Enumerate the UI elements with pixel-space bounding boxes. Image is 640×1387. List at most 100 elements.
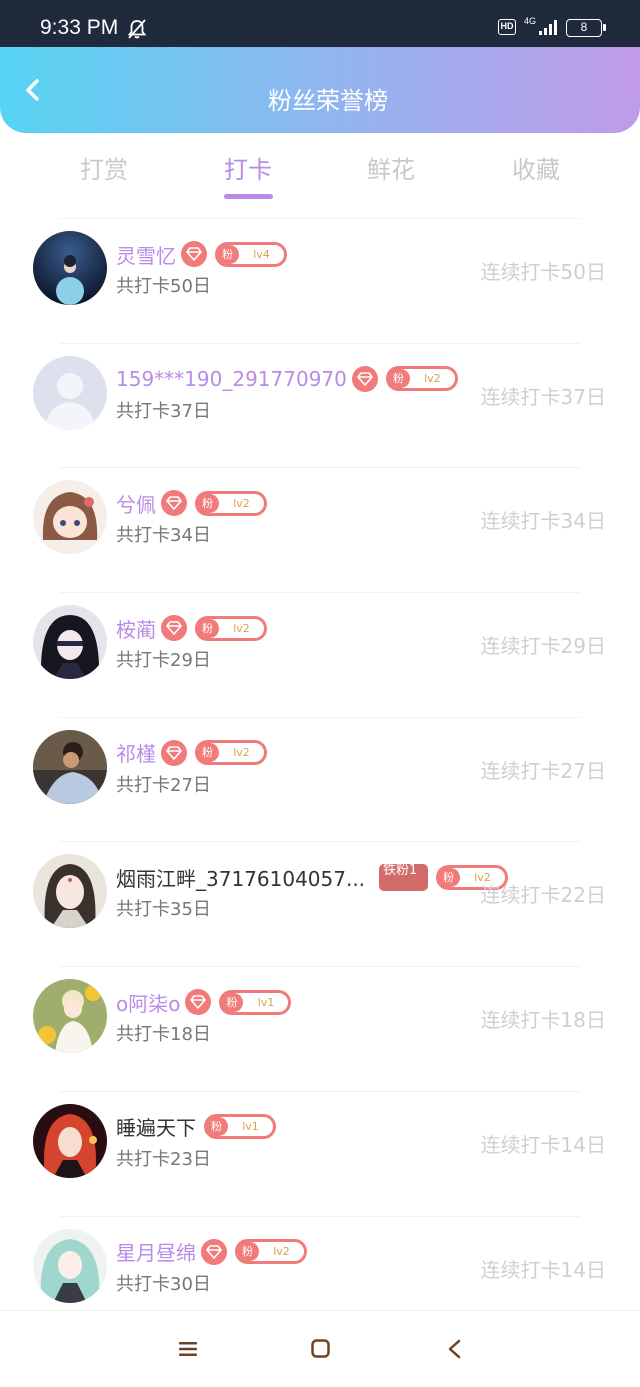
avatar[interactable] bbox=[33, 854, 107, 929]
divider bbox=[60, 592, 580, 594]
diamond-icon bbox=[351, 365, 378, 392]
fan-tag: 粉 bbox=[238, 1242, 259, 1261]
fan-tag: 粉 bbox=[218, 244, 239, 264]
fan-level-badge: 粉 lv2 bbox=[195, 615, 267, 641]
fan-level-badge: 粉 lv2 bbox=[195, 490, 267, 516]
avatar[interactable] bbox=[33, 231, 107, 305]
divider bbox=[60, 1215, 580, 1217]
signal-icon bbox=[539, 20, 557, 35]
fan-name[interactable]: 灵雪忆 bbox=[116, 240, 176, 269]
system-nav-bar bbox=[0, 1310, 640, 1387]
streak-days: 连续打卡29日 bbox=[480, 634, 606, 659]
list-item[interactable]: 灵雪忆 粉 lv4 共打卡50日 连续打卡50日 bbox=[0, 218, 640, 343]
header-bar: 粉丝荣誉榜 bbox=[0, 47, 640, 133]
fan-name[interactable]: o阿柒o bbox=[116, 988, 180, 1017]
bell-off-icon bbox=[127, 19, 147, 39]
diamond-icon bbox=[161, 490, 187, 517]
total-checkins: 共打卡50日 bbox=[116, 276, 211, 297]
status-time: 9:33 PM bbox=[40, 16, 119, 39]
divider bbox=[60, 467, 580, 469]
menu-icon[interactable] bbox=[178, 1341, 198, 1357]
tab-tips[interactable]: 打赏 bbox=[44, 150, 164, 185]
list-item[interactable]: 兮佩 粉 lv2 共打卡34日 连续打卡34日 bbox=[0, 467, 640, 592]
fan-level-badge: 粉 lv2 bbox=[195, 740, 267, 766]
diamond-icon bbox=[201, 1238, 227, 1265]
avatar[interactable] bbox=[33, 979, 107, 1054]
fan-tag: 粉 bbox=[207, 1117, 228, 1137]
fan-name[interactable]: 星月昼绵 bbox=[116, 1237, 196, 1266]
list-item[interactable]: 桉蔺 粉 lv2 共打卡29日 连续打卡29日 bbox=[0, 592, 640, 717]
total-checkins: 共打卡29日 bbox=[116, 650, 211, 672]
fan-level-badge: 粉 lv2 bbox=[235, 1239, 307, 1264]
fan-name[interactable]: 兮佩 bbox=[116, 489, 156, 518]
fan-name[interactable]: 159***190_291770970 bbox=[116, 367, 347, 391]
streak-days: 连续打卡34日 bbox=[480, 509, 606, 534]
fan-name[interactable]: 烟雨江畔_37176104057... bbox=[116, 863, 365, 892]
fan-tag: 粉 bbox=[222, 992, 244, 1012]
streak-days: 连续打卡37日 bbox=[480, 384, 606, 409]
home-icon[interactable] bbox=[311, 1339, 330, 1358]
fan-tag: 粉 bbox=[198, 618, 219, 638]
fan-level-badge: 粉 lv1 bbox=[219, 989, 292, 1015]
name-line: 睡遍天下 粉 lv1 bbox=[116, 1113, 276, 1141]
fan-level: lv2 bbox=[424, 372, 441, 386]
name-line: 星月昼绵 粉 lv2 bbox=[116, 1238, 307, 1266]
total-checkins: 共打卡37日 bbox=[116, 400, 211, 422]
hd-badge: HD bbox=[498, 19, 516, 35]
streak-days: 连续打卡14日 bbox=[480, 1257, 606, 1282]
name-line: 灵雪忆 粉 lv4 bbox=[116, 240, 287, 268]
divider bbox=[60, 1090, 580, 1092]
divider bbox=[60, 966, 580, 968]
divider bbox=[60, 342, 580, 344]
fan-list: 灵雪忆 粉 lv4 共打卡50日 连续打卡50日 159***190_291770… bbox=[0, 218, 640, 1340]
avatar[interactable] bbox=[33, 1228, 107, 1303]
name-line: 159***190_291770970 粉 lv2 bbox=[116, 365, 458, 393]
avatar[interactable] bbox=[33, 729, 107, 804]
fan-tag: 粉 bbox=[439, 867, 461, 887]
total-checkins: 共打卡30日 bbox=[116, 1273, 211, 1295]
fan-level: lv2 bbox=[233, 496, 250, 510]
diamond-icon bbox=[185, 989, 212, 1016]
list-item[interactable]: 159***190_291770970 粉 lv2 共打卡37日 连续打卡37日 bbox=[0, 342, 640, 468]
name-line: o阿柒o 粉 lv1 bbox=[116, 988, 292, 1017]
fan-level-badge: 粉 lv1 bbox=[204, 1114, 276, 1140]
avatar[interactable] bbox=[33, 1103, 107, 1178]
fan-name[interactable]: 祁槿 bbox=[116, 738, 156, 767]
fan-level: lv4 bbox=[253, 247, 270, 261]
divider bbox=[60, 716, 580, 718]
diamond-icon bbox=[161, 739, 187, 766]
fan-level: lv2 bbox=[273, 1245, 290, 1258]
avatar[interactable] bbox=[33, 355, 107, 430]
total-checkins: 共打卡27日 bbox=[116, 774, 211, 796]
fan-tag: 粉 bbox=[198, 493, 219, 513]
diamond-icon bbox=[181, 241, 207, 267]
tab-checkin[interactable]: 打卡 bbox=[188, 150, 308, 185]
streak-days: 连续打卡50日 bbox=[480, 260, 606, 284]
name-line: 祁槿 粉 lv2 bbox=[116, 739, 267, 767]
fan-level: lv2 bbox=[233, 746, 250, 760]
name-line: 桉蔺 粉 lv2 bbox=[116, 614, 267, 642]
total-checkins: 共打卡18日 bbox=[116, 1024, 211, 1046]
total-checkins: 共打卡23日 bbox=[116, 1148, 211, 1170]
avatar[interactable] bbox=[33, 605, 107, 680]
fan-level: lv1 bbox=[257, 995, 275, 1009]
tab-favorites[interactable]: 收藏 bbox=[476, 150, 596, 185]
iron-fan-badge: 铁粉1 bbox=[379, 863, 429, 891]
fan-level: lv1 bbox=[242, 1120, 259, 1134]
tab-active-indicator bbox=[224, 194, 273, 199]
fan-name[interactable]: 桉蔺 bbox=[116, 614, 156, 643]
fan-name[interactable]: 睡遍天下 bbox=[116, 1112, 196, 1141]
avatar[interactable] bbox=[33, 480, 107, 555]
list-item[interactable]: 祁槿 粉 lv2 共打卡27日 连续打卡27日 bbox=[0, 716, 640, 842]
back-icon[interactable] bbox=[447, 1339, 461, 1359]
list-item[interactable]: o阿柒o 粉 lv1 共打卡18日 连续打卡18日 bbox=[0, 966, 640, 1091]
list-item[interactable]: 睡遍天下 粉 lv1 共打卡23日 连续打卡14日 bbox=[0, 1090, 640, 1216]
fan-level: lv2 bbox=[233, 621, 250, 635]
fan-level-badge: 粉 lv2 bbox=[385, 366, 458, 392]
status-bar: 9:33 PM HD 4G 8 bbox=[0, 0, 640, 47]
name-line: 兮佩 粉 lv2 bbox=[116, 489, 267, 517]
fan-level-badge: 粉 lv4 bbox=[215, 241, 287, 267]
list-item[interactable]: 烟雨江畔_37176104057... 铁粉1 粉 lv2 共打卡35日 连续打卡… bbox=[0, 841, 640, 966]
tab-flowers[interactable]: 鲜花 bbox=[331, 150, 451, 185]
divider bbox=[60, 218, 580, 219]
